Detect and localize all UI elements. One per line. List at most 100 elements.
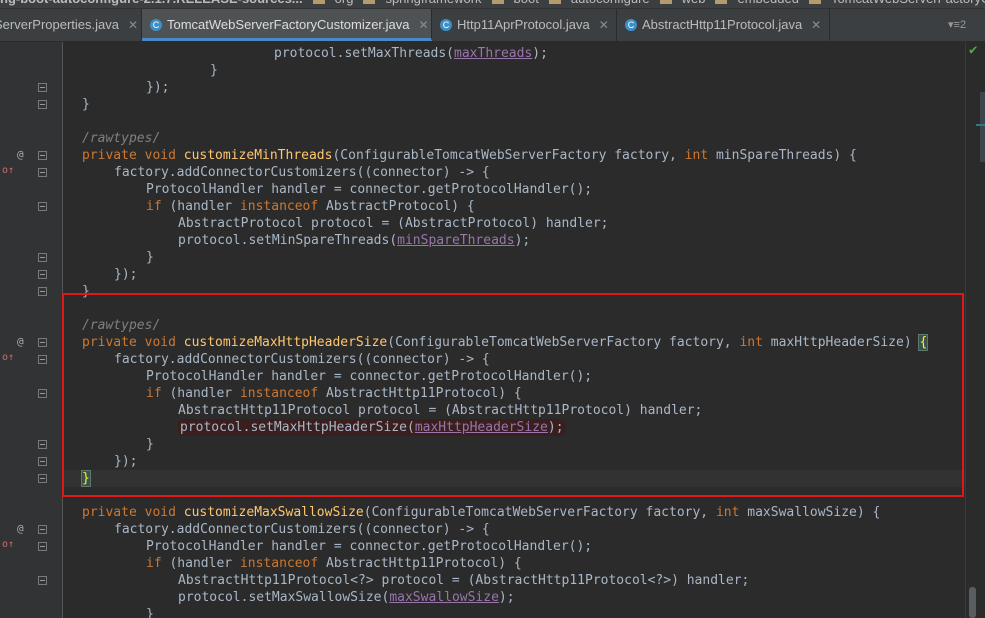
fold-marker-icon[interactable] — [38, 457, 47, 466]
code-line[interactable]: private void customizeMaxHttpHeaderSize(… — [63, 334, 965, 351]
breadcrumb-item[interactable]: springframework — [385, 0, 481, 6]
error-stripe-marker[interactable] — [976, 124, 985, 126]
implements-icon[interactable]: o↑ — [2, 352, 14, 363]
code-token: (ConfigurableTomcatWebServerFactory fact… — [387, 335, 740, 350]
code-line[interactable]: factory.addConnectorCustomizers((connect… — [63, 164, 965, 181]
code-line[interactable]: } — [63, 62, 965, 79]
code-line[interactable]: /rawtypes/ — [63, 317, 965, 334]
code-line[interactable]: }); — [63, 453, 965, 470]
class-icon: C — [440, 18, 452, 31]
scroll-track[interactable] — [980, 92, 985, 162]
fold-marker-icon[interactable] — [38, 83, 47, 92]
annotation-icon[interactable]: @ — [17, 148, 24, 161]
code-line[interactable]: }); — [63, 79, 965, 96]
tab-abstract-http11-protocol[interactable]: C AbstractHttp11Protocol.java ✕ — [617, 9, 830, 41]
code-content: }); — [114, 266, 137, 283]
code-line[interactable]: private void customizeMaxSwallowSize(Con… — [63, 504, 965, 521]
close-icon[interactable]: ✕ — [599, 18, 609, 32]
code-token: instanceof — [239, 386, 327, 401]
code-line[interactable]: if (handler instanceof AbstractProtocol)… — [63, 198, 965, 215]
code-line[interactable]: AbstractHttp11Protocol<?> protocol = (Ab… — [63, 572, 965, 589]
code-line[interactable]: } — [63, 96, 965, 113]
close-icon[interactable]: ✕ — [419, 18, 429, 32]
code-token: if — [146, 556, 170, 571]
code-token: int — [715, 505, 748, 520]
code-token: instanceof — [239, 556, 327, 571]
fold-marker-icon[interactable] — [38, 168, 47, 177]
code-content: factory.addConnectorCustomizers((connect… — [114, 164, 490, 181]
code-content: if (handler instanceof AbstractProtocol)… — [146, 198, 475, 215]
tab-list-menu[interactable]: ▾≡2 — [948, 9, 966, 41]
code-line[interactable]: ProtocolHandler handler = connector.getP… — [63, 538, 965, 555]
breadcrumb-item[interactable]: ng-boot-autoconfigure-2.1.7.RELEASE-sour… — [0, 0, 303, 6]
fold-marker-icon[interactable] — [38, 576, 47, 585]
annotation-icon[interactable]: @ — [17, 522, 24, 535]
code-content: ProtocolHandler handler = connector.getP… — [146, 368, 592, 385]
scrollbar-thumb[interactable] — [969, 587, 976, 618]
fold-marker-icon[interactable] — [38, 287, 47, 296]
tab-server-properties[interactable]: ServerProperties.java ✕ — [0, 9, 142, 41]
fold-marker-icon[interactable] — [38, 202, 47, 211]
code-line[interactable]: /rawtypes/ — [63, 130, 965, 147]
code-line[interactable]: protocol.setMaxThreads(maxThreads); — [63, 45, 965, 62]
code-line[interactable]: } — [63, 436, 965, 453]
code-line[interactable]: protocol.setMaxSwallowSize(maxSwallowSiz… — [63, 589, 965, 606]
fold-marker-icon[interactable] — [38, 389, 47, 398]
breadcrumb-item[interactable]: embedded — [737, 0, 798, 6]
code-line[interactable]: protocol.setMaxHttpHeaderSize(maxHttpHea… — [63, 419, 965, 436]
code-token: } — [146, 437, 154, 452]
code-token: (handler — [169, 199, 240, 214]
fold-marker-icon[interactable] — [38, 338, 47, 347]
code-token: (ConfigurableTomcatWebServerFactory fact… — [332, 148, 685, 163]
inspection-ok-icon: ✔ — [969, 42, 978, 58]
breadcrumb-item[interactable]: web — [682, 0, 706, 6]
annotation-icon[interactable]: @ — [17, 335, 24, 348]
code-line[interactable]: ProtocolHandler handler = connector.getP… — [63, 181, 965, 198]
code-line[interactable]: protocol.setMinSpareThreads(minSpareThre… — [63, 232, 965, 249]
code-line[interactable]: } — [63, 470, 965, 487]
fold-marker-icon[interactable] — [38, 440, 47, 449]
breadcrumb-item[interactable]: boot — [514, 0, 539, 6]
code-line[interactable]: if (handler instanceof AbstractHttp11Pro… — [63, 555, 965, 572]
close-icon[interactable]: ✕ — [128, 18, 138, 32]
fold-marker-icon[interactable] — [38, 253, 47, 262]
code-line[interactable]: AbstractProtocol protocol = (AbstractPro… — [63, 215, 965, 232]
fold-marker-icon[interactable] — [38, 151, 47, 160]
code-line[interactable]: if (handler instanceof AbstractHttp11Pro… — [63, 385, 965, 402]
fold-marker-icon[interactable] — [38, 270, 47, 279]
close-icon[interactable]: ✕ — [811, 18, 821, 32]
fold-marker-icon[interactable] — [38, 355, 47, 364]
breadcrumb-item[interactable]: TomcatWebServerFactoryC — [831, 0, 985, 6]
tab-http11-apr-protocol[interactable]: C Http11AprProtocol.java ✕ — [432, 9, 617, 41]
code-content: /rawtypes/ — [82, 130, 160, 147]
fold-marker-icon[interactable] — [38, 474, 47, 483]
code-line[interactable]: ProtocolHandler handler = connector.getP… — [63, 368, 965, 385]
code-line[interactable] — [63, 487, 965, 504]
code-line[interactable]: AbstractHttp11Protocol protocol = (Abstr… — [63, 402, 965, 419]
code-editor[interactable]: protocol.setMaxThreads(maxThreads);}});}… — [63, 42, 965, 618]
code-line[interactable]: } — [63, 606, 965, 618]
code-token: customizeMinThreads — [183, 148, 333, 163]
code-line[interactable]: private void customizeMinThreads(Configu… — [63, 147, 965, 164]
implements-icon[interactable]: o↑ — [2, 539, 14, 550]
implements-icon[interactable]: o↑ — [2, 165, 14, 176]
breadcrumb-item[interactable]: autoconfigure — [571, 0, 650, 6]
code-line[interactable]: } — [63, 249, 965, 266]
folder-icon — [491, 0, 504, 5]
code-token: /rawtypes/ — [82, 318, 161, 333]
code-content: /rawtypes/ — [82, 317, 160, 334]
code-line[interactable] — [63, 300, 965, 317]
fold-marker-icon[interactable] — [38, 100, 47, 109]
code-line[interactable]: factory.addConnectorCustomizers((connect… — [63, 521, 965, 538]
tab-label: Http11AprProtocol.java — [457, 17, 590, 32]
code-content: protocol.setMaxThreads(maxThreads); — [274, 45, 548, 62]
code-content: } — [146, 606, 154, 618]
fold-marker-icon[interactable] — [38, 542, 47, 551]
code-line[interactable]: } — [63, 283, 965, 300]
breadcrumb-item[interactable]: org — [335, 0, 354, 6]
tab-tomcat-customizer[interactable]: C TomcatWebServerFactoryCustomizer.java ✕ — [142, 9, 432, 41]
code-line[interactable]: }); — [63, 266, 965, 283]
code-line[interactable]: factory.addConnectorCustomizers((connect… — [63, 351, 965, 368]
fold-marker-icon[interactable] — [38, 525, 47, 534]
code-line[interactable] — [63, 113, 965, 130]
